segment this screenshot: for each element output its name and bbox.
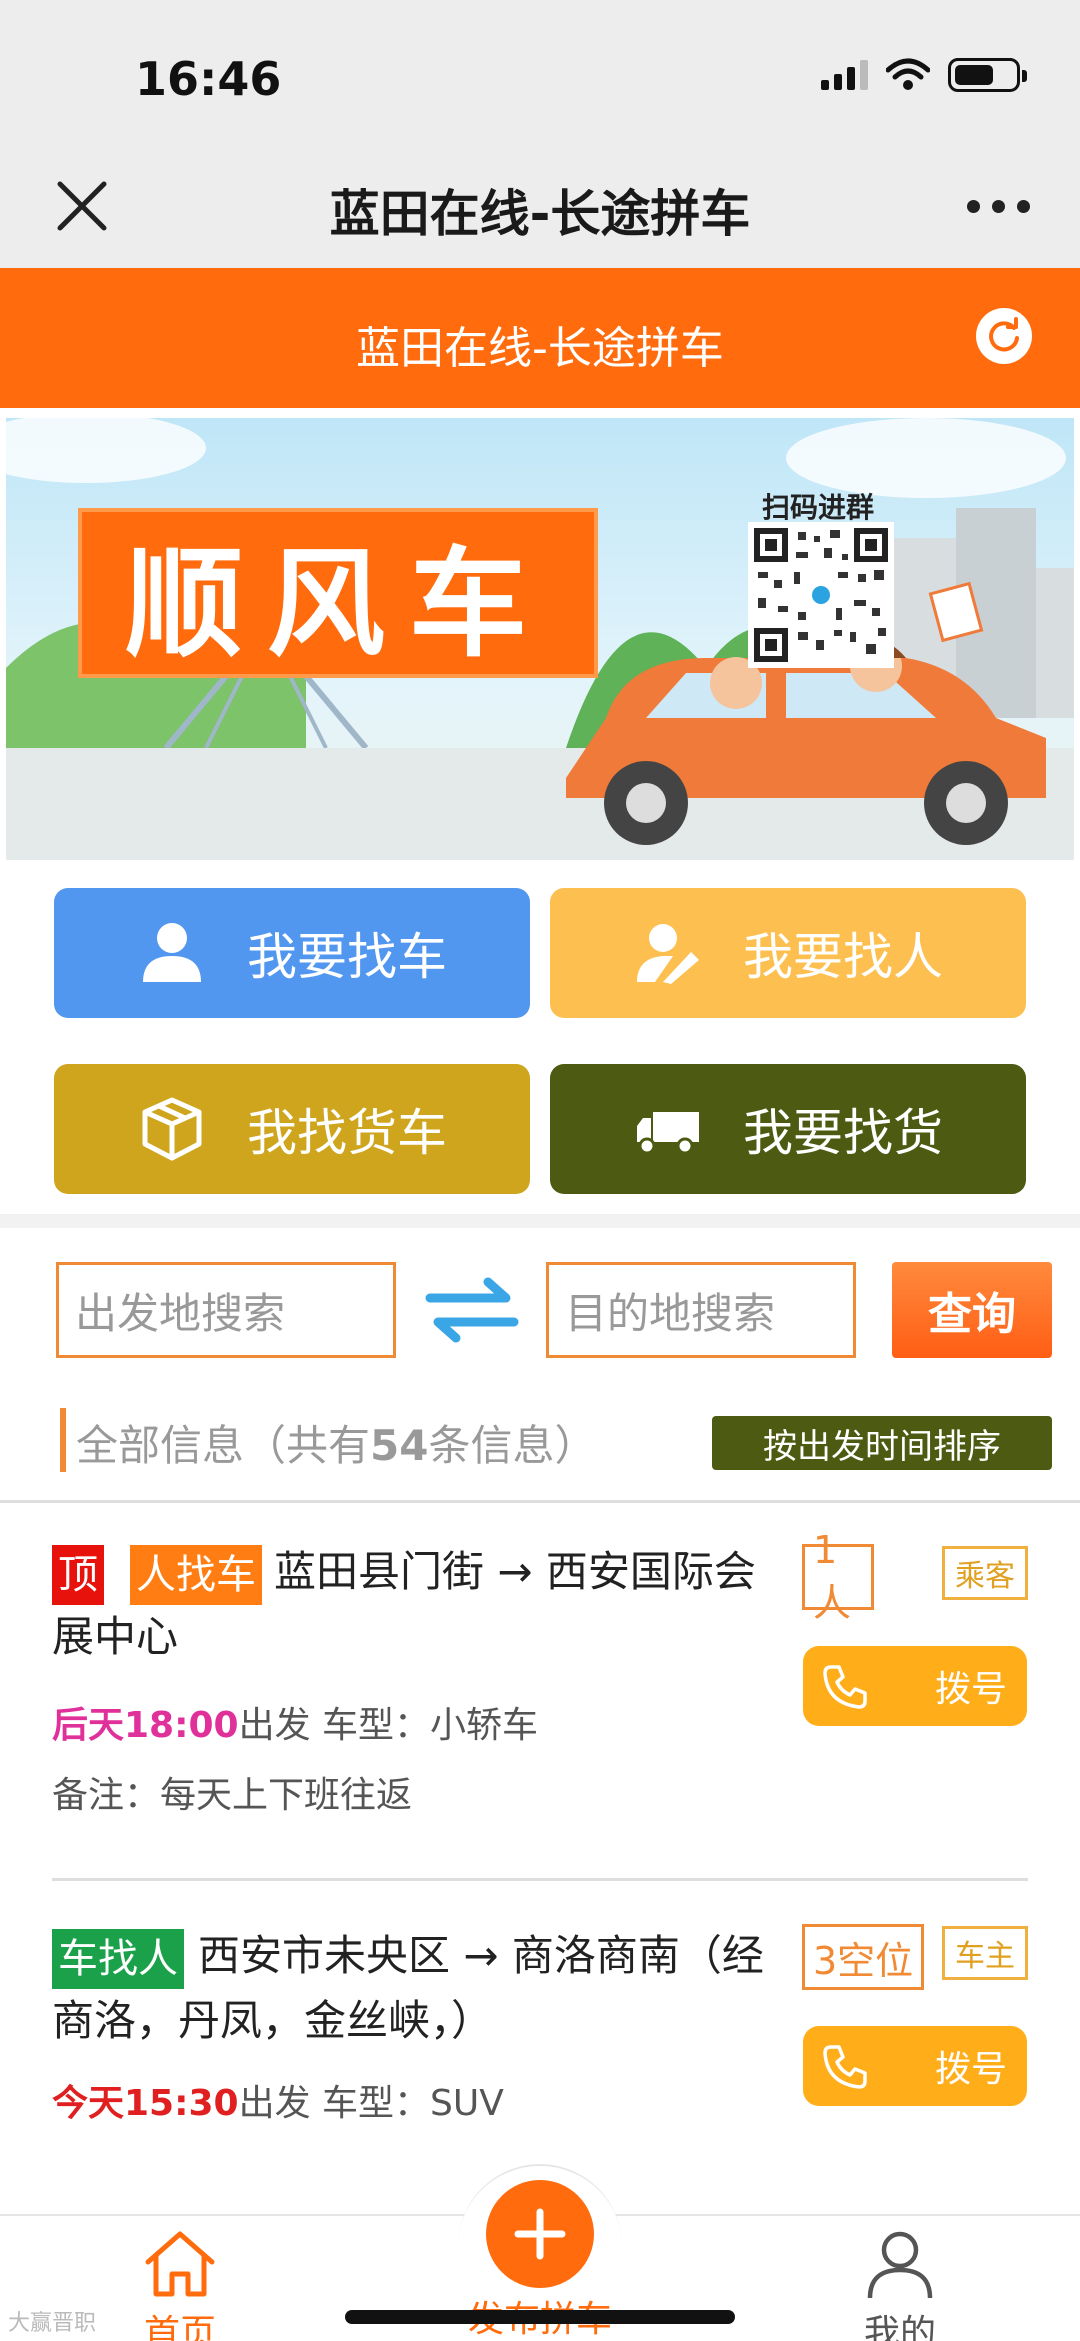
dial-button[interactable]: 拨号 [803,1646,1027,1726]
list-header-accent [60,1408,66,1472]
departure-time: 后天18:00 [52,1705,239,1746]
publish-button[interactable] [486,2180,594,2288]
find-car-button[interactable]: 我要找车 [54,888,530,1018]
signal-icon [821,60,868,90]
item-divider [52,1878,1028,1881]
find-truck-button[interactable]: 我找货车 [54,1064,530,1194]
person-edit-icon [637,924,699,984]
phone-icon [823,2045,867,2089]
departure-info: 今天15:30出发 车型：SUV [52,2083,504,2124]
home-indicator [345,2310,735,2324]
page-header-title: 蓝田在线-长途拼车 [356,323,724,374]
note-text: 备注：每天上下班往返 [52,1775,413,1816]
package-icon [142,1097,202,1161]
page-header: 蓝田在线-长途拼车 [0,268,1080,408]
role-badge: 车主 [942,1926,1028,1980]
qr-code [748,522,894,668]
banner-label: 顺风车 [78,508,598,678]
departure-info: 后天18:00出发 车型：小轿车 [52,1705,539,1746]
listing-count: 54 [370,1421,429,1470]
plus-icon [514,2208,566,2260]
role-badge: 乘客 [942,1546,1028,1600]
more-icon[interactable] [967,200,1030,213]
pinned-tag: 顶 [52,1544,104,1605]
list-header-text: 全部信息（共有54条信息） [76,1421,597,1470]
home-icon [145,2231,215,2297]
status-time: 16:46 [135,52,282,106]
watermark: 大赢晋职 [8,2311,97,2336]
listing-title: 顶人找车 蓝田县门街 → 西安国际会展中心 [52,1540,792,1669]
banner[interactable]: 顺风车 扫码进群 [6,418,1074,860]
wifi-icon [886,58,930,90]
sort-by-departure-button[interactable]: 按出发时间排序 [712,1416,1052,1470]
seats-badge: 1人 [802,1528,874,1625]
status-bar: 16:46 [0,0,1080,150]
tab-home[interactable]: 首页 [80,2226,280,2341]
find-car-label: 我要找车 [247,928,447,986]
refresh-icon [989,317,1019,352]
destination-search-input[interactable]: 目的地搜索 [546,1262,856,1358]
refresh-button[interactable] [976,308,1032,364]
battery-icon [948,58,1027,92]
truck-icon [637,1112,699,1155]
tab-mine[interactable]: 我的 [800,2226,1000,2341]
find-passenger-label: 我要找人 [743,928,943,986]
phone-icon [823,1665,867,1709]
person-icon [143,923,201,982]
find-cargo-button[interactable]: 我要找货 [550,1064,1026,1194]
departure-time: 今天15:30 [52,2083,239,2124]
list-divider [0,1500,1080,1503]
user-icon [867,2231,933,2299]
query-button[interactable]: 查询 [892,1262,1052,1358]
nav-title: 蓝田在线-长途拼车 [329,185,751,243]
type-tag: 车找人 [52,1928,184,1989]
status-icons [821,58,1027,92]
find-passenger-button[interactable]: 我要找人 [550,888,1026,1018]
dial-button[interactable]: 拨号 [803,2026,1027,2106]
find-cargo-label: 我要找货 [743,1104,943,1162]
swap-icon[interactable] [424,1270,520,1350]
qr-caption: 扫码进群 [762,491,875,524]
section-divider [0,1214,1080,1228]
seats-badge: 3空位 [802,1924,925,1990]
departure-search-input[interactable]: 出发地搜索 [56,1262,396,1358]
nav-bar: 蓝田在线-长途拼车 [0,150,1080,268]
find-truck-label: 我找货车 [247,1104,447,1162]
type-tag: 人找车 [130,1544,262,1605]
listing-title: 车找人 西安市未央区 → 商洛商南（经商洛，丹凤，金丝峡，） [52,1924,792,2053]
